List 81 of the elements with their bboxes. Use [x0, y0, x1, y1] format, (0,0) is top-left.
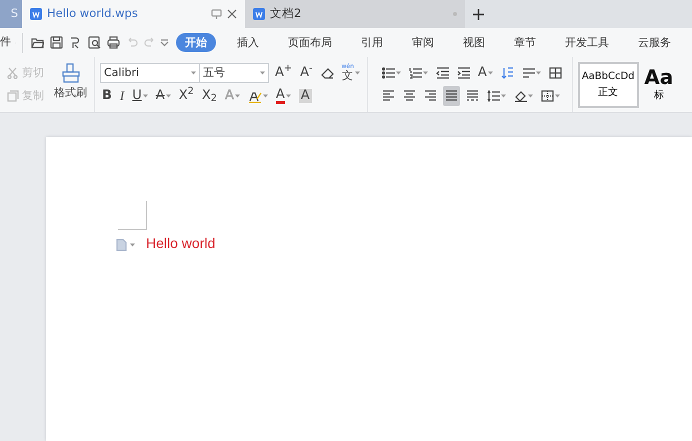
border-icon [540, 90, 554, 102]
menu-tab[interactable]: 引用 [353, 33, 391, 52]
align-center-icon [402, 90, 416, 102]
caret-icon [554, 94, 560, 98]
close-icon[interactable] [227, 9, 237, 19]
shade-button[interactable]: A [296, 86, 314, 106]
sort-icon [500, 67, 514, 79]
open-folder-icon [30, 36, 44, 49]
style-preset[interactable]: AaBbCcDd 正文 [578, 62, 639, 108]
caret-icon [262, 94, 268, 98]
dropdown-icon [160, 38, 168, 47]
print-icon [106, 36, 120, 49]
bold-button[interactable]: B [100, 86, 114, 106]
caret-icon [528, 94, 533, 98]
eraser-icon [320, 67, 334, 79]
align-right-icon [424, 90, 437, 102]
caret-icon [488, 71, 493, 75]
caret-icon [130, 243, 135, 247]
save-icon [50, 36, 62, 49]
bullet-list-icon [382, 67, 395, 79]
increase-indent-icon [456, 67, 470, 79]
font-select[interactable]: Calibri [100, 63, 200, 83]
line-break-icon [522, 67, 535, 79]
caret-icon [142, 94, 148, 98]
highlighter-icon [248, 90, 262, 102]
strike-button[interactable]: A [154, 86, 173, 106]
underline-button[interactable]: U [130, 86, 150, 106]
shading-icon [514, 90, 527, 102]
document-icon [30, 8, 42, 20]
format-painter-button[interactable]: 格式刷 [52, 62, 89, 106]
window-tab[interactable]: Hello world.wps [22, 0, 245, 28]
paragraph-menu[interactable] [116, 239, 135, 251]
caret-icon [500, 94, 506, 98]
table-grid-icon [548, 67, 562, 79]
font-size-select[interactable]: 五号 [199, 63, 269, 83]
preview-icon [88, 36, 100, 49]
cut-icon [7, 67, 19, 79]
decrease-indent-icon [436, 67, 449, 79]
menu-tab[interactable]: 视图 [455, 33, 493, 52]
redo-icon [142, 36, 156, 49]
menu-tab[interactable]: 插入 [229, 33, 267, 52]
text-direction-button[interactable]: A [476, 63, 495, 83]
document-text: Hello world [146, 234, 216, 253]
caret-icon [286, 94, 291, 98]
numbered-list-icon [408, 67, 422, 79]
caret-icon [166, 94, 171, 98]
caret-icon [260, 71, 265, 75]
menu-tab[interactable]: 开始 [176, 33, 216, 52]
menu-tab[interactable]: 章节 [506, 33, 544, 52]
plain-button[interactable]: X$^{2}$ [176, 86, 196, 106]
align-justify-icon [444, 90, 458, 102]
pin-icon [211, 8, 222, 20]
caret-icon [422, 71, 428, 75]
font-size-button[interactable]: A$^{-}$ [298, 63, 315, 83]
line-spacing-icon [486, 90, 500, 102]
caret-icon [191, 71, 196, 75]
plus-icon [472, 8, 484, 20]
copy-icon [7, 90, 19, 102]
caret-icon [396, 71, 401, 75]
margin-corner-mark [118, 201, 147, 230]
align-distributed-icon [466, 90, 479, 102]
window-tab[interactable]: 文档2 [245, 0, 465, 28]
caret-icon [536, 71, 541, 75]
menu-tab[interactable]: 页面布局 [280, 33, 340, 52]
italic-button[interactable]: I [118, 86, 126, 106]
style-preset[interactable]: Aa 标 [641, 62, 676, 108]
caret-icon [354, 71, 360, 75]
align-justify-button[interactable] [442, 86, 460, 106]
plain-button[interactable]: X$_{2}$ [200, 86, 219, 106]
caret-icon [234, 94, 240, 98]
document-icon [116, 239, 127, 251]
font-size-button[interactable]: A$^{+}$ [273, 63, 294, 83]
color-button[interactable]: A [274, 86, 293, 106]
menu-tab[interactable]: 开发工具 [557, 33, 617, 52]
menu-tab[interactable]: 审阅 [404, 33, 442, 52]
align-left-icon [382, 90, 395, 102]
menu-tab[interactable]: 云服务 [630, 33, 679, 52]
file-menu[interactable]: 件 [0, 34, 15, 51]
paintbrush-icon [60, 62, 80, 82]
document-icon [253, 8, 265, 20]
undo-icon [126, 36, 138, 49]
